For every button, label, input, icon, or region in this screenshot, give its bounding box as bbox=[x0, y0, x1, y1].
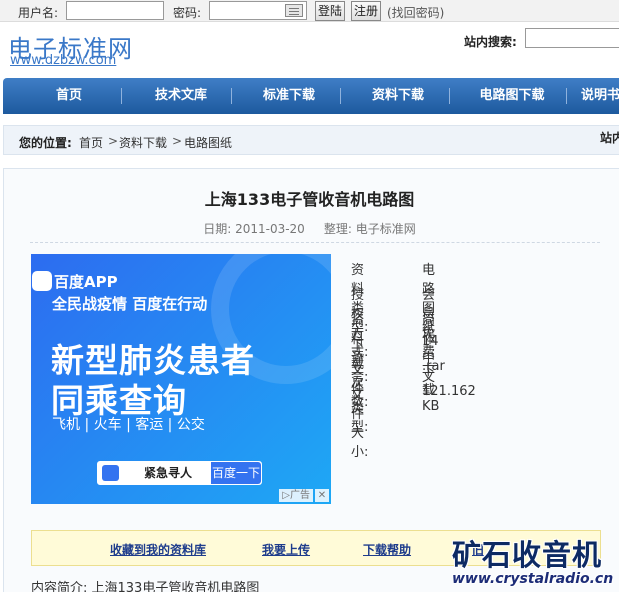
ad-tag[interactable]: ▷广告 bbox=[279, 489, 313, 502]
editor-value: 电子标准网 bbox=[355, 222, 416, 236]
breadcrumb-downloads[interactable]: 资料下载 bbox=[119, 134, 167, 151]
breadcrumb: 您的位置: 首页 > 资料下载 > 电路图纸 站内 bbox=[3, 125, 619, 155]
ad-search-button[interactable]: 百度一下 bbox=[211, 462, 261, 484]
nav-divider bbox=[449, 88, 450, 104]
favorite-link[interactable]: 收藏到我的资料库 bbox=[110, 541, 206, 558]
breadcrumb-lead: 您的位置: bbox=[19, 136, 72, 150]
watermark-url: www.crystalradio.cn bbox=[452, 571, 614, 587]
site-url[interactable]: www.dzbzw.com bbox=[10, 53, 116, 68]
breadcrumb-separator: > bbox=[108, 134, 119, 148]
breadcrumb-separator: > bbox=[172, 134, 183, 148]
nav-divider bbox=[231, 88, 232, 104]
ad-slogan: 全民战疫情 百度在行动 bbox=[52, 295, 208, 313]
article-meta: 日期: 2011-03-20 整理: 电子标准网 bbox=[0, 220, 619, 237]
info-value: 14 bbox=[422, 334, 439, 349]
page: 用户名: 密码: 登陆 注册 (找回密码) 电子标准网 www.dzbzw.co… bbox=[0, 0, 619, 592]
info-value: 121.162 KB bbox=[422, 384, 476, 414]
ad-search-field[interactable]: 紧急寻人 bbox=[124, 464, 212, 482]
editor-label: 整理: bbox=[323, 222, 352, 236]
nav-item-downloads[interactable]: 资料下载 bbox=[358, 78, 438, 114]
ad-brand: 百度APP bbox=[32, 271, 118, 292]
site-search-label: 站内搜索: bbox=[464, 35, 517, 49]
find-password-link[interactable]: (找回密码) bbox=[387, 4, 444, 21]
breadcrumb-circuits[interactable]: 电路图纸 bbox=[184, 134, 232, 151]
divider bbox=[30, 242, 600, 243]
login-button[interactable]: 登陆 bbox=[315, 1, 345, 21]
ad-brand-text: 百度APP bbox=[54, 273, 118, 291]
content-intro: 内容简介: 上海133电子管收音机电路图 bbox=[31, 581, 260, 592]
username-input[interactable] bbox=[66, 1, 164, 20]
password-label: 密码: bbox=[173, 6, 202, 20]
login-bar: 用户名: 密码: 登陆 注册 (找回密码) bbox=[0, 0, 619, 22]
nav-divider bbox=[121, 88, 122, 104]
nav-divider bbox=[566, 88, 567, 104]
nav-item-circuit-diagrams[interactable]: 电路图下载 bbox=[467, 78, 557, 114]
info-value: .rar bbox=[422, 359, 445, 374]
nav-divider bbox=[340, 88, 341, 104]
nav-item-home[interactable]: 首页 bbox=[39, 78, 99, 114]
username-label: 用户名: bbox=[18, 6, 59, 20]
upload-link[interactable]: 我要上传 bbox=[262, 541, 310, 558]
nav-item-standards[interactable]: 标准下载 bbox=[249, 78, 329, 114]
nav-item-manuals[interactable]: 说明书 bbox=[581, 78, 619, 114]
breadcrumb-home[interactable]: 首页 bbox=[79, 134, 103, 151]
keyboard-icon[interactable] bbox=[285, 4, 303, 17]
nav-item-tech-library[interactable]: 技术文库 bbox=[141, 78, 221, 114]
date-label: 日期: bbox=[203, 222, 232, 236]
paw-icon bbox=[102, 465, 119, 481]
paw-icon bbox=[32, 271, 52, 291]
download-help-link[interactable]: 下载帮助 bbox=[363, 541, 411, 558]
ad-search-box[interactable]: 紧急寻人 百度一下 bbox=[97, 461, 262, 485]
date-value: 2011-03-20 bbox=[235, 222, 305, 236]
register-button[interactable]: 注册 bbox=[351, 1, 381, 21]
page-title: 上海133电子管收音机电路图 bbox=[204, 190, 415, 209]
main-nav: 首页 技术文库 标准下载 资料下载 电路图下载 说明书 bbox=[3, 78, 619, 114]
close-icon[interactable]: ✕ bbox=[315, 489, 329, 502]
breadcrumb-right-label: 站内 bbox=[600, 131, 619, 145]
ad-banner[interactable]: 百度APP 全民战疫情 百度在行动 新型肺炎患者 同乘查询 飞机 | 火车 | … bbox=[31, 254, 331, 504]
ad-transport-modes: 飞机 | 火车 | 客运 | 公交 bbox=[52, 417, 205, 433]
info-key: 文件大小: bbox=[351, 388, 369, 460]
site-search-input[interactable] bbox=[525, 28, 619, 48]
watermark-text: 矿石收音机 bbox=[452, 538, 603, 572]
